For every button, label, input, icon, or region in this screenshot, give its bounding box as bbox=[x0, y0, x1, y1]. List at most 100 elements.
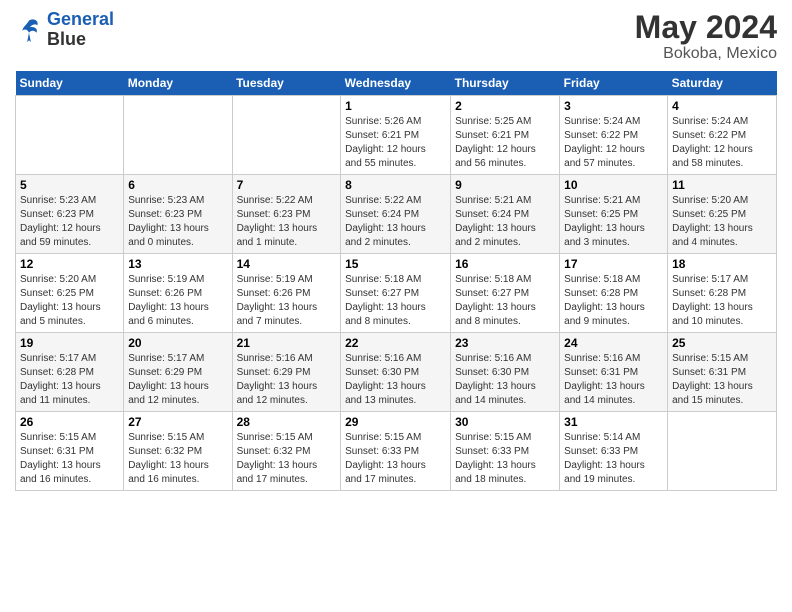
day-info: Sunrise: 5:24 AM Sunset: 6:22 PM Dayligh… bbox=[672, 115, 772, 171]
day-info: Sunrise: 5:25 AM Sunset: 6:21 PM Dayligh… bbox=[455, 115, 555, 171]
day-info: Sunrise: 5:22 AM Sunset: 6:24 PM Dayligh… bbox=[345, 194, 446, 250]
day-info: Sunrise: 5:18 AM Sunset: 6:27 PM Dayligh… bbox=[455, 273, 555, 329]
calendar-cell: 4 Sunrise: 5:24 AM Sunset: 6:22 PM Daylig… bbox=[668, 96, 777, 175]
calendar-cell: 21Sunrise: 5:16 AM Sunset: 6:29 PM Dayli… bbox=[232, 333, 341, 412]
calendar-cell: 3 Sunrise: 5:24 AM Sunset: 6:22 PM Daylig… bbox=[560, 96, 668, 175]
day-number: 23 bbox=[455, 336, 555, 350]
day-info: Sunrise: 5:21 AM Sunset: 6:24 PM Dayligh… bbox=[455, 194, 555, 250]
day-number: 11 bbox=[672, 178, 772, 192]
calendar-cell: 17 Sunrise: 5:18 AM Sunset: 6:28 PM Dayli… bbox=[560, 254, 668, 333]
day-number: 29 bbox=[345, 415, 446, 429]
day-number: 25 bbox=[672, 336, 772, 350]
calendar-body: 1 Sunrise: 5:26 AM Sunset: 6:21 PM Daylig… bbox=[16, 96, 777, 491]
day-number: 19 bbox=[20, 336, 119, 350]
day-info: Sunrise: 5:20 AM Sunset: 6:25 PM Dayligh… bbox=[672, 194, 772, 250]
day-info: Sunrise: 5:21 AM Sunset: 6:25 PM Dayligh… bbox=[564, 194, 663, 250]
logo-icon bbox=[15, 16, 43, 44]
day-number: 9 bbox=[455, 178, 555, 192]
day-info: Sunrise: 5:24 AM Sunset: 6:22 PM Dayligh… bbox=[564, 115, 663, 171]
week-row: 26Sunrise: 5:15 AM Sunset: 6:31 PM Dayli… bbox=[16, 412, 777, 491]
day-info: Sunrise: 5:26 AM Sunset: 6:21 PM Dayligh… bbox=[345, 115, 446, 171]
day-number: 16 bbox=[455, 257, 555, 271]
day-number: 8 bbox=[345, 178, 446, 192]
week-row: 5Sunrise: 5:23 AM Sunset: 6:23 PM Daylig… bbox=[16, 175, 777, 254]
calendar-cell: 6Sunrise: 5:23 AM Sunset: 6:23 PM Daylig… bbox=[124, 175, 232, 254]
col-thursday: Thursday bbox=[451, 71, 560, 96]
day-number: 15 bbox=[345, 257, 446, 271]
calendar-header: Sunday Monday Tuesday Wednesday Thursday… bbox=[16, 71, 777, 96]
day-number: 6 bbox=[128, 178, 227, 192]
page-container: GeneralBlue May 2024 Bokoba, Mexico Sund… bbox=[0, 0, 792, 501]
day-number: 21 bbox=[237, 336, 337, 350]
day-info: Sunrise: 5:16 AM Sunset: 6:31 PM Dayligh… bbox=[564, 352, 663, 408]
day-info: Sunrise: 5:18 AM Sunset: 6:27 PM Dayligh… bbox=[345, 273, 446, 329]
day-info: Sunrise: 5:17 AM Sunset: 6:28 PM Dayligh… bbox=[20, 352, 119, 408]
calendar-cell: 11 Sunrise: 5:20 AM Sunset: 6:25 PM Dayli… bbox=[668, 175, 777, 254]
day-info: Sunrise: 5:15 AM Sunset: 6:33 PM Dayligh… bbox=[455, 431, 555, 487]
day-number: 20 bbox=[128, 336, 227, 350]
calendar-cell: 7Sunrise: 5:22 AM Sunset: 6:23 PM Daylig… bbox=[232, 175, 341, 254]
day-number: 14 bbox=[237, 257, 337, 271]
week-row: 19 Sunrise: 5:17 AM Sunset: 6:28 PM Dayli… bbox=[16, 333, 777, 412]
header: GeneralBlue May 2024 Bokoba, Mexico bbox=[15, 10, 777, 63]
day-number: 22 bbox=[345, 336, 446, 350]
calendar-subtitle: Bokoba, Mexico bbox=[635, 45, 777, 63]
calendar-title: May 2024 bbox=[635, 10, 777, 45]
calendar-cell: 25Sunrise: 5:15 AM Sunset: 6:31 PM Dayli… bbox=[668, 333, 777, 412]
calendar-cell: 22 Sunrise: 5:16 AM Sunset: 6:30 PM Dayli… bbox=[341, 333, 451, 412]
col-sunday: Sunday bbox=[16, 71, 124, 96]
calendar-cell: 5Sunrise: 5:23 AM Sunset: 6:23 PM Daylig… bbox=[16, 175, 124, 254]
calendar-cell: 29 Sunrise: 5:15 AM Sunset: 6:33 PM Dayli… bbox=[341, 412, 451, 491]
day-number: 3 bbox=[564, 99, 663, 113]
day-number: 13 bbox=[128, 257, 227, 271]
day-info: Sunrise: 5:19 AM Sunset: 6:26 PM Dayligh… bbox=[237, 273, 337, 329]
calendar-cell: 10 Sunrise: 5:21 AM Sunset: 6:25 PM Dayli… bbox=[560, 175, 668, 254]
col-monday: Monday bbox=[124, 71, 232, 96]
day-number: 17 bbox=[564, 257, 663, 271]
day-info: Sunrise: 5:15 AM Sunset: 6:32 PM Dayligh… bbox=[128, 431, 227, 487]
day-info: Sunrise: 5:18 AM Sunset: 6:28 PM Dayligh… bbox=[564, 273, 663, 329]
logo-text: GeneralBlue bbox=[47, 10, 114, 50]
calendar-cell: 30 Sunrise: 5:15 AM Sunset: 6:33 PM Dayli… bbox=[451, 412, 560, 491]
day-number: 4 bbox=[672, 99, 772, 113]
calendar-cell: 20 Sunrise: 5:17 AM Sunset: 6:29 PM Dayli… bbox=[124, 333, 232, 412]
day-number: 2 bbox=[455, 99, 555, 113]
calendar-cell: 2 Sunrise: 5:25 AM Sunset: 6:21 PM Daylig… bbox=[451, 96, 560, 175]
col-friday: Friday bbox=[560, 71, 668, 96]
calendar-cell bbox=[668, 412, 777, 491]
calendar-cell: 16 Sunrise: 5:18 AM Sunset: 6:27 PM Dayli… bbox=[451, 254, 560, 333]
calendar-cell: 19 Sunrise: 5:17 AM Sunset: 6:28 PM Dayli… bbox=[16, 333, 124, 412]
day-number: 28 bbox=[237, 415, 337, 429]
logo: GeneralBlue bbox=[15, 10, 114, 50]
day-info: Sunrise: 5:16 AM Sunset: 6:30 PM Dayligh… bbox=[345, 352, 446, 408]
day-info: Sunrise: 5:15 AM Sunset: 6:32 PM Dayligh… bbox=[237, 431, 337, 487]
calendar-cell: 14 Sunrise: 5:19 AM Sunset: 6:26 PM Dayli… bbox=[232, 254, 341, 333]
day-info: Sunrise: 5:19 AM Sunset: 6:26 PM Dayligh… bbox=[128, 273, 227, 329]
day-info: Sunrise: 5:15 AM Sunset: 6:31 PM Dayligh… bbox=[20, 431, 119, 487]
col-wednesday: Wednesday bbox=[341, 71, 451, 96]
day-number: 27 bbox=[128, 415, 227, 429]
week-row: 1 Sunrise: 5:26 AM Sunset: 6:21 PM Daylig… bbox=[16, 96, 777, 175]
calendar-cell: 31Sunrise: 5:14 AM Sunset: 6:33 PM Dayli… bbox=[560, 412, 668, 491]
day-number: 30 bbox=[455, 415, 555, 429]
day-info: Sunrise: 5:15 AM Sunset: 6:33 PM Dayligh… bbox=[345, 431, 446, 487]
day-number: 5 bbox=[20, 178, 119, 192]
day-number: 10 bbox=[564, 178, 663, 192]
day-info: Sunrise: 5:17 AM Sunset: 6:28 PM Dayligh… bbox=[672, 273, 772, 329]
calendar-cell: 18 Sunrise: 5:17 AM Sunset: 6:28 PM Dayli… bbox=[668, 254, 777, 333]
day-number: 24 bbox=[564, 336, 663, 350]
calendar-cell: 23 Sunrise: 5:16 AM Sunset: 6:30 PM Dayli… bbox=[451, 333, 560, 412]
calendar-cell: 1 Sunrise: 5:26 AM Sunset: 6:21 PM Daylig… bbox=[341, 96, 451, 175]
calendar-cell: 9 Sunrise: 5:21 AM Sunset: 6:24 PM Daylig… bbox=[451, 175, 560, 254]
day-number: 18 bbox=[672, 257, 772, 271]
day-info: Sunrise: 5:17 AM Sunset: 6:29 PM Dayligh… bbox=[128, 352, 227, 408]
day-info: Sunrise: 5:20 AM Sunset: 6:25 PM Dayligh… bbox=[20, 273, 119, 329]
col-saturday: Saturday bbox=[668, 71, 777, 96]
calendar-cell: 24 Sunrise: 5:16 AM Sunset: 6:31 PM Dayli… bbox=[560, 333, 668, 412]
day-number: 12 bbox=[20, 257, 119, 271]
day-info: Sunrise: 5:16 AM Sunset: 6:30 PM Dayligh… bbox=[455, 352, 555, 408]
calendar-cell: 15 Sunrise: 5:18 AM Sunset: 6:27 PM Dayli… bbox=[341, 254, 451, 333]
calendar-table: Sunday Monday Tuesday Wednesday Thursday… bbox=[15, 71, 777, 491]
calendar-cell bbox=[16, 96, 124, 175]
day-number: 1 bbox=[345, 99, 446, 113]
